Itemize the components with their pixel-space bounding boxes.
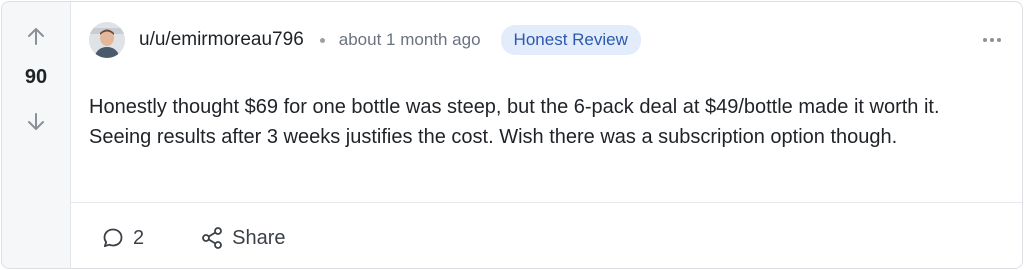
more-options-icon <box>983 38 987 42</box>
review-card: 90 u/u/emirmoreau796 about 1 month ago H… <box>1 1 1023 269</box>
arrow-down-icon <box>28 113 44 130</box>
username[interactable]: u/u/emirmoreau796 <box>139 29 304 51</box>
share-button[interactable]: Share <box>200 226 286 250</box>
downvote-button[interactable] <box>20 106 52 138</box>
share-label: Share <box>232 226 286 249</box>
separator-dot <box>319 37 325 43</box>
avatar-image <box>89 22 125 58</box>
avatar[interactable] <box>89 22 125 58</box>
post-body: Honestly thought $69 for one bottle was … <box>89 96 940 148</box>
arrow-up-icon <box>28 28 44 45</box>
divider <box>71 202 1022 203</box>
comments-count: 2 <box>133 226 145 249</box>
share-icon <box>202 227 223 249</box>
post-actions: 2 Share <box>101 220 286 256</box>
comment-icon <box>103 228 123 248</box>
vote-count: 90 <box>24 66 48 88</box>
post-main: u/u/emirmoreau796 about 1 month ago Hone… <box>71 2 1022 268</box>
upvote-button[interactable] <box>20 20 52 52</box>
comments-button[interactable]: 2 <box>101 226 144 250</box>
vote-column: 90 <box>2 2 71 268</box>
review-badge: Honest Review <box>500 25 641 55</box>
more-options-button[interactable] <box>978 30 1006 50</box>
timestamp: about 1 month ago <box>338 30 481 49</box>
post-header: u/u/emirmoreau796 about 1 month ago Hone… <box>89 22 1006 58</box>
